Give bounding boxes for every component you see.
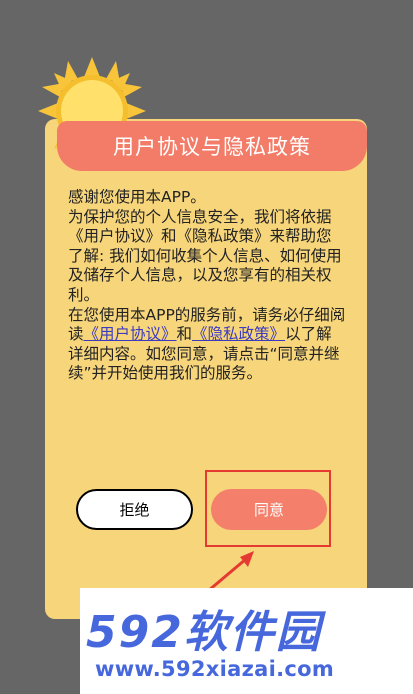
watermark-logo: 592软件园 [86,607,322,658]
read-agreement-paragraph: 在您使用本APP的服务前，请务必仔细阅读《用户协议》和《隐私政策》以了解详细内容… [68,306,346,384]
agree-highlight-box [205,470,331,547]
intro-paragraph: 为保护您的个人信息安全，我们将依据《用户协议》和《隐私政策》来帮助您了解: 我们… [68,207,342,304]
dialog-title: 用户协议与隐私政策 [57,121,367,171]
greeting-text: 感谢您使用本APP。 [68,188,206,206]
privacy-policy-link[interactable]: 《隐私政策》 [192,325,285,343]
and-text: 和 [176,325,193,344]
dialog-body: 感谢您使用本APP。 为保护您的个人信息安全，我们将依据《用户协议》和《隐私政策… [68,188,346,384]
user-agreement-link[interactable]: 《用户协议》 [84,325,177,343]
reject-button[interactable]: 拒绝 [76,489,193,530]
watermark-url: www.592xiazai.com [95,657,335,681]
